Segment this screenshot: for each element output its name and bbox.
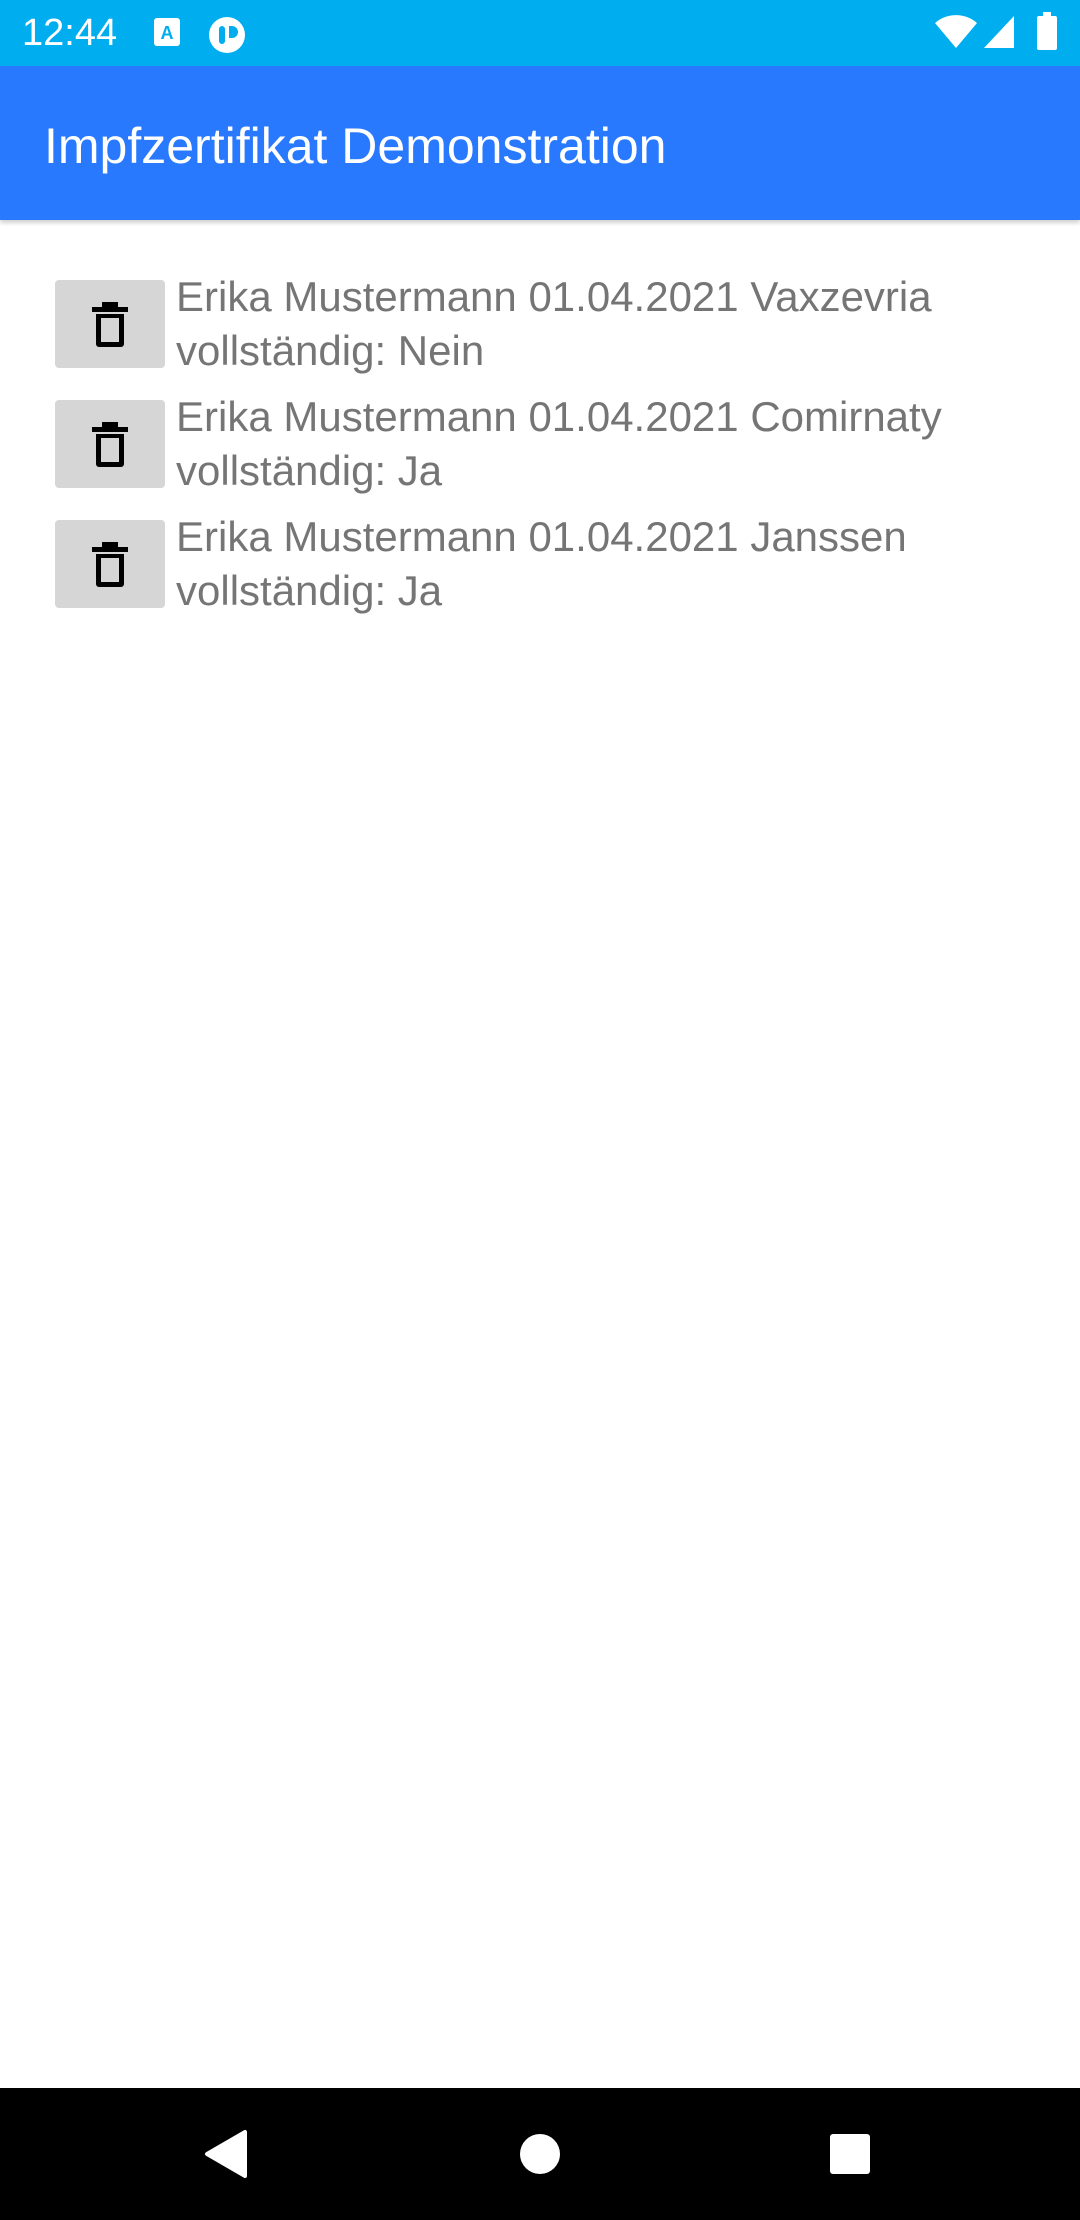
status-time: 12:44 (22, 12, 118, 54)
notification-a-icon: A (152, 16, 182, 50)
back-icon (205, 2130, 247, 2178)
certificate-summary: Erika Mustermann 01.04.2021 Janssen (176, 513, 907, 560)
home-button[interactable] (510, 2124, 570, 2184)
list-item: Erika Mustermann 01.04.2021 Janssen voll… (0, 460, 1080, 614)
notification-app-icon (208, 16, 246, 53)
list-item: Erika Mustermann 01.04.2021 Comirnaty vo… (0, 340, 1080, 494)
delete-button[interactable] (55, 520, 165, 608)
app-screen: 12:44 A Impfzertifikat Demonstration Eri… (0, 0, 1080, 2220)
recents-icon (830, 2134, 870, 2174)
certificate-text: Erika Mustermann 01.04.2021 Janssen voll… (176, 510, 1056, 618)
list-item: Erika Mustermann 01.04.2021 Vaxzevria vo… (0, 220, 1080, 374)
status-bar: 12:44 A (0, 0, 1080, 66)
page-title: Impfzertifikat Demonstration (44, 118, 667, 174)
certificate-complete-status: vollständig: Ja (176, 567, 443, 614)
recents-button[interactable] (820, 2124, 880, 2184)
battery-icon (1036, 12, 1058, 50)
app-bar: Impfzertifikat Demonstration (0, 66, 1080, 220)
certificate-summary: Erika Mustermann 01.04.2021 Vaxzevria (176, 273, 932, 320)
certificate-summary: Erika Mustermann 01.04.2021 Comirnaty (176, 393, 942, 440)
back-button[interactable] (196, 2124, 256, 2184)
wifi-icon (934, 14, 978, 48)
home-icon (520, 2134, 560, 2174)
cellular-signal-icon (982, 14, 1016, 48)
system-nav-bar (0, 2088, 1080, 2220)
svg-text:A: A (161, 23, 174, 43)
trash-icon (92, 542, 128, 587)
